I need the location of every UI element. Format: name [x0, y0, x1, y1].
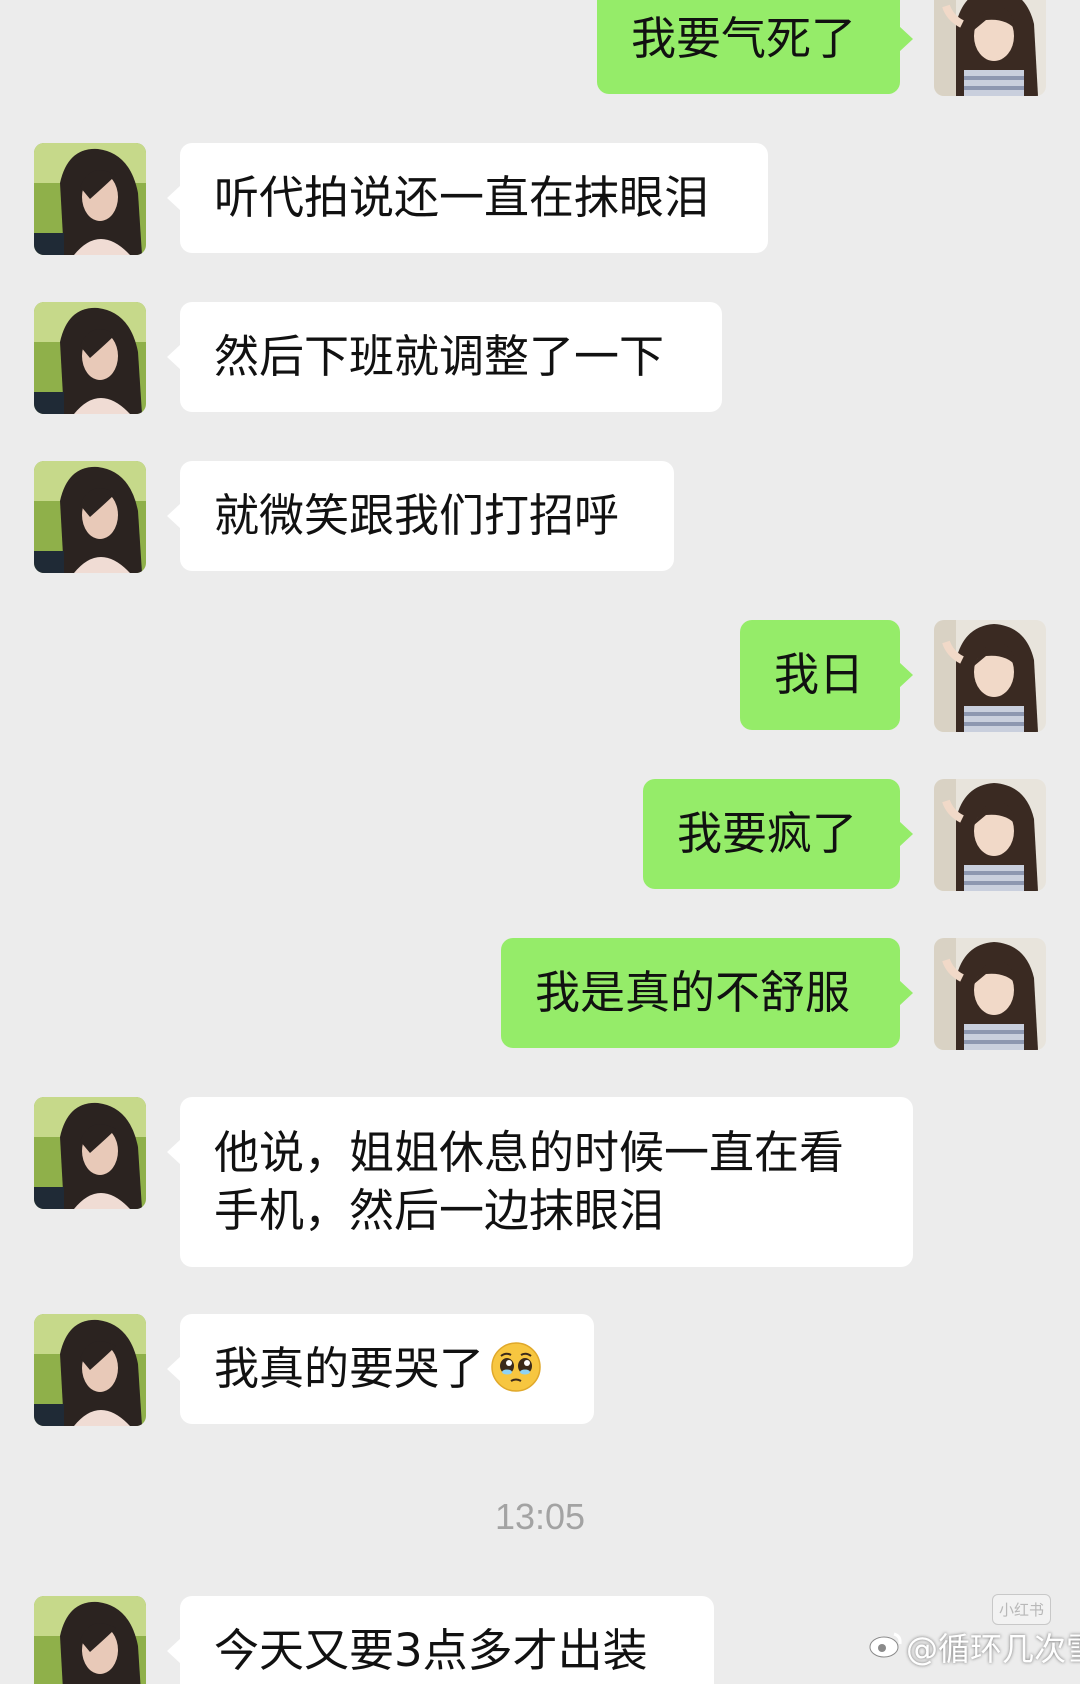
- avatar-contact[interactable]: [34, 461, 146, 573]
- message-bubble-incoming[interactable]: 我真的要哭了: [167, 1314, 594, 1424]
- message-bubble-incoming[interactable]: 就微笑跟我们打招呼: [167, 461, 674, 571]
- message-bubble-incoming[interactable]: 他说，姐姐休息的时候一直在看 手机，然后一边抹眼泪: [167, 1097, 913, 1267]
- avatar-contact-image: [34, 302, 146, 414]
- avatar-self-image: [934, 938, 1046, 1050]
- xiaohongshu-watermark: 小红书: [992, 1594, 1052, 1625]
- avatar-contact[interactable]: [34, 1596, 146, 1684]
- avatar-contact-image: [34, 461, 146, 573]
- chat-conversation: 我要气死了 听代拍说还一直在抹眼泪 然后下班就调整了一下 就微笑跟我们打招呼 我…: [0, 0, 1080, 1684]
- avatar-self[interactable]: [934, 779, 1046, 891]
- weibo-icon: [869, 1632, 902, 1658]
- weibo-handle-watermark: @循环几次雪: [906, 1630, 1080, 1668]
- message-timestamp: 13:05: [494, 1496, 586, 1537]
- avatar-contact-image: [34, 1314, 146, 1426]
- avatar-contact-image: [34, 143, 146, 255]
- avatar-contact-image: [34, 1596, 146, 1684]
- message-line: 他说，姐姐休息的时候一直在看: [214, 1126, 845, 1179]
- avatar-self[interactable]: [934, 620, 1046, 732]
- message-bubble-outgoing[interactable]: 我日: [740, 620, 913, 730]
- pleading-face-emoji-icon: [491, 1342, 541, 1392]
- avatar-self-image: [934, 620, 1046, 732]
- message-bubble-incoming[interactable]: 听代拍说还一直在抹眼泪: [167, 143, 768, 253]
- avatar-contact-image: [34, 1097, 146, 1209]
- message-bubble-outgoing[interactable]: 我要疯了: [643, 779, 913, 889]
- message-bubble-outgoing[interactable]: 我要气死了: [597, 0, 913, 94]
- avatar-self[interactable]: [934, 938, 1046, 1050]
- avatar-self-image: [934, 779, 1046, 891]
- avatar-self-image: [934, 0, 1046, 96]
- avatar-contact[interactable]: [34, 143, 146, 255]
- message-bubble-outgoing[interactable]: 我是真的不舒服: [501, 938, 913, 1048]
- message-line: 手机，然后一边抹眼泪: [214, 1184, 665, 1237]
- message-bubble-incoming[interactable]: 今天又要3点多才出装: [167, 1596, 714, 1684]
- message-text: 我真的要哭了: [214, 1342, 485, 1395]
- avatar-contact[interactable]: [34, 302, 146, 414]
- avatar-contact[interactable]: [34, 1097, 146, 1209]
- avatar-contact[interactable]: [34, 1314, 146, 1426]
- message-bubble-incoming[interactable]: 然后下班就调整了一下: [167, 302, 722, 412]
- avatar-self[interactable]: [934, 0, 1046, 96]
